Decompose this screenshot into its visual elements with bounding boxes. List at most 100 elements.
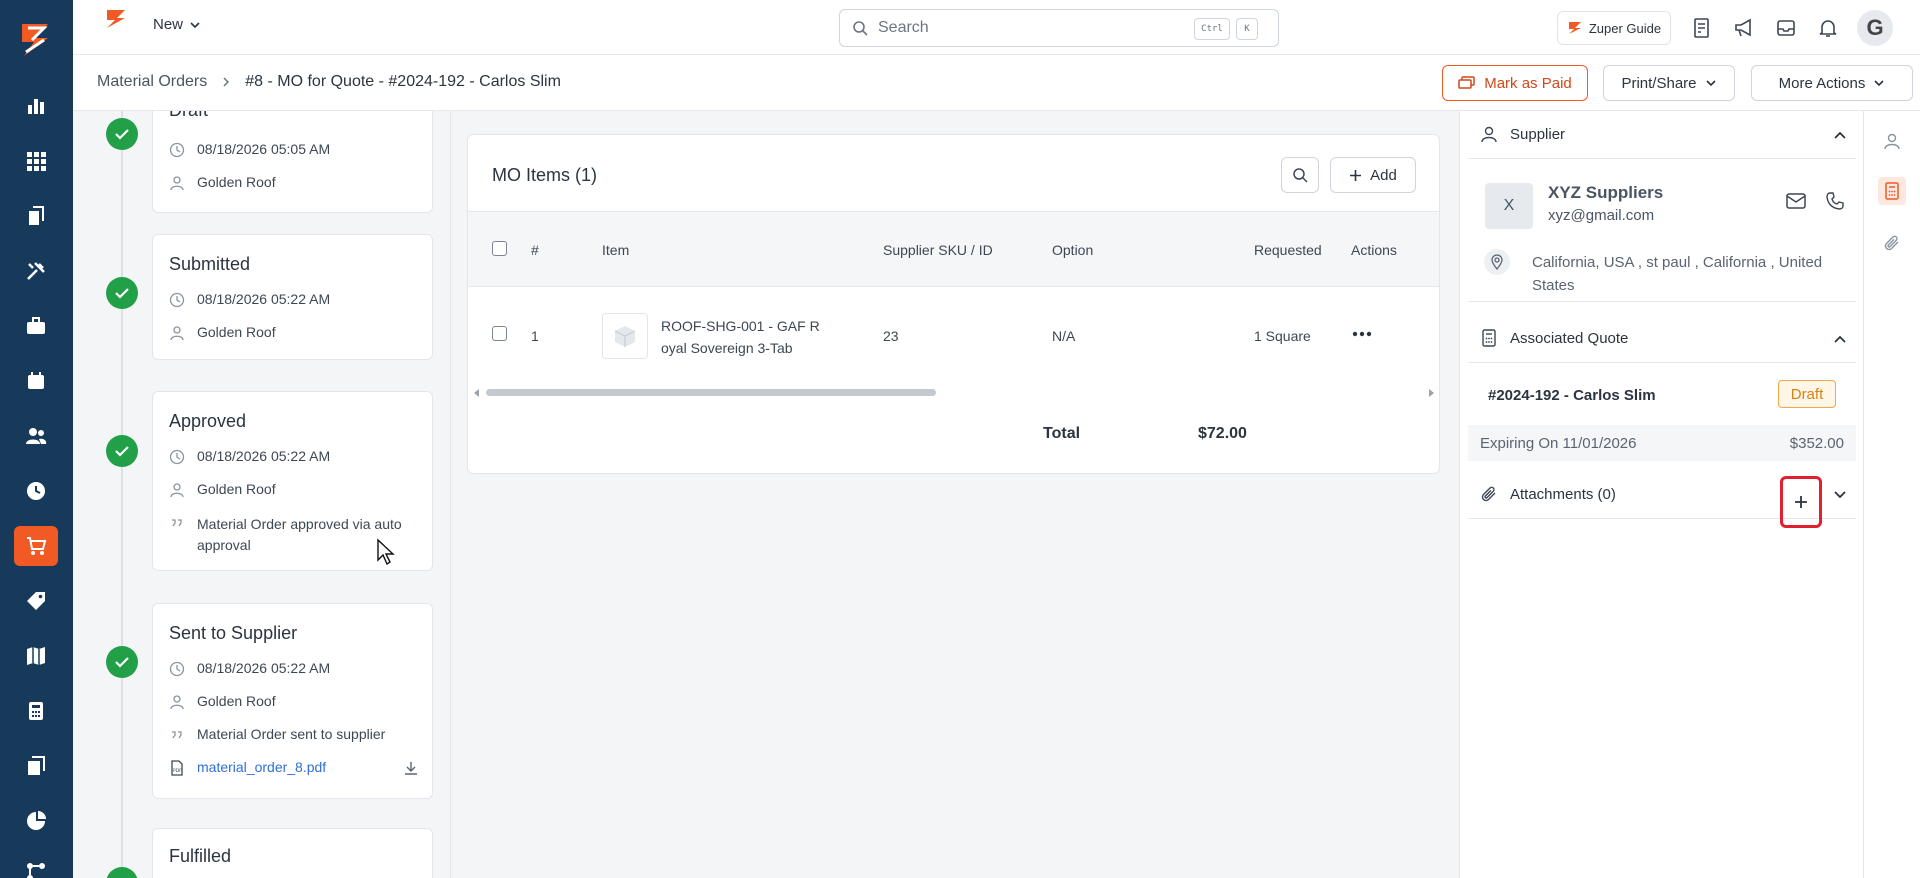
add-attachment-button[interactable] (1780, 476, 1822, 528)
more-horizontal-icon[interactable] (1352, 331, 1372, 337)
nav-tag-icon[interactable] (14, 581, 58, 621)
nav-briefcase-icon[interactable] (14, 306, 58, 346)
left-nav (0, 0, 73, 878)
timeline-card-submitted: Submitted 08/18/2026 05:22 AM Golden Roo… (152, 234, 433, 360)
nav-calendar-icon[interactable] (14, 361, 58, 401)
scroll-right-arrow-icon[interactable] (1428, 388, 1436, 398)
chevron-up-icon[interactable] (1832, 331, 1848, 347)
status-timeline[interactable]: Draft 08/18/2026 05:05 AM Golden Roof Su… (73, 111, 450, 878)
checklist-icon[interactable] (1689, 15, 1715, 41)
horizontal-scrollbar-thumb[interactable] (486, 389, 936, 396)
mouse-cursor-icon (377, 538, 395, 566)
breadcrumb-current: #8 - MO for Quote - #2024-192 - Carlos S… (245, 73, 561, 90)
nav-dashboard-icon[interactable] (14, 86, 58, 126)
pdf-file-link[interactable]: material_order_8.pdf (197, 759, 326, 775)
chevron-down-icon[interactable] (1832, 487, 1848, 503)
check-circle-icon (106, 435, 138, 467)
timeline-date: 08/18/2026 05:05 AM (197, 141, 331, 157)
nav-map-icon[interactable] (14, 636, 58, 676)
nav-apps-grid-icon[interactable] (14, 141, 58, 181)
quote-link[interactable]: #2024-192 - Carlos Slim (1488, 387, 1656, 404)
timeline-card-title: Draft (169, 111, 208, 121)
guide-label: Zuper Guide (1588, 20, 1662, 36)
rail-paperclip-icon[interactable] (1878, 229, 1906, 257)
details-panel: Supplier X XYZ Suppliers xyz@gmail.com C… (1459, 111, 1863, 878)
rail-user-icon[interactable] (1878, 127, 1906, 155)
supplier-section-header[interactable]: Supplier (1468, 111, 1856, 159)
more-actions-label: More Actions (1778, 74, 1866, 92)
nav-jobs-icon[interactable] (14, 196, 58, 236)
supplier-name[interactable]: XYZ Suppliers (1548, 183, 1663, 203)
row-item[interactable]: ROOF-SHG-001 - GAF R oyal Sovereign 3-Tab (661, 315, 820, 359)
row-checkbox[interactable] (492, 326, 507, 341)
check-circle-icon (106, 118, 138, 150)
mo-items-panel: MO Items (1) Add # Item Supplier SKU / I… (467, 134, 1440, 474)
col-item: Item (602, 242, 630, 258)
breadcrumb-bar: Material Orders #8 - MO for Quote - #202… (73, 55, 1920, 111)
mark-as-paid-button[interactable]: Mark as Paid (1442, 65, 1588, 101)
nav-cart-icon[interactable] (14, 526, 58, 566)
rail-calculator-icon[interactable] (1878, 177, 1906, 205)
attachments-title: Attachments (0) (1510, 486, 1616, 503)
timeline-card-title: Approved (169, 411, 247, 431)
paperclip-icon (1481, 486, 1496, 502)
zuper-logo-icon[interactable] (14, 18, 58, 62)
clock-icon (169, 142, 185, 158)
timeline-card-title: Submitted (169, 254, 251, 274)
col-sku: Supplier SKU / ID (883, 242, 993, 258)
timeline-date: 08/18/2026 05:22 AM (197, 448, 331, 464)
total-value: $72.00 (1198, 425, 1247, 442)
associated-quote-title: Associated Quote (1510, 330, 1629, 347)
timeline-note: Material Order sent to supplier (197, 726, 386, 742)
more-actions-button[interactable]: More Actions (1751, 65, 1913, 101)
panel-divider (450, 111, 451, 878)
megaphone-icon[interactable] (1731, 15, 1757, 41)
col-requested: Requested (1254, 242, 1322, 258)
items-search-button[interactable] (1281, 157, 1319, 193)
items-horizontal-scrollbar[interactable] (468, 385, 1439, 399)
nav-pie-chart-icon[interactable] (14, 801, 58, 841)
pdf-file-icon: PDF (171, 760, 183, 776)
timeline-user-row: Golden Roof (169, 174, 276, 191)
nav-workflow-icon[interactable] (14, 852, 58, 878)
timeline-note-row: Material Order sent to supplier (169, 726, 385, 743)
global-search[interactable]: Search Ctrl K (839, 9, 1279, 47)
timeline-line (121, 111, 123, 878)
calculator-icon (1482, 329, 1496, 347)
check-circle-icon (106, 646, 138, 678)
phone-icon[interactable] (1826, 192, 1844, 210)
nav-tools-icon[interactable] (14, 251, 58, 291)
nav-documents-icon[interactable] (14, 746, 58, 786)
nav-clock-icon[interactable] (14, 471, 58, 511)
nav-calculator-icon[interactable] (14, 691, 58, 731)
breadcrumb-parent-link[interactable]: Material Orders (97, 73, 207, 91)
money-icon (1458, 76, 1475, 89)
bell-icon[interactable] (1815, 15, 1841, 41)
brand-mark-icon[interactable] (103, 8, 129, 30)
chevron-up-icon[interactable] (1832, 127, 1848, 143)
new-menu-button[interactable]: New (153, 16, 201, 33)
breadcrumb: Material Orders #8 - MO for Quote - #202… (97, 73, 561, 91)
inbox-icon[interactable] (1773, 15, 1799, 41)
nav-users-icon[interactable] (14, 416, 58, 456)
col-num: # (531, 242, 539, 258)
mail-icon[interactable] (1786, 193, 1806, 209)
print-share-button[interactable]: Print/Share (1603, 65, 1735, 101)
items-table-header: # Item Supplier SKU / ID Option Requeste… (468, 211, 1439, 287)
user-avatar[interactable]: G (1857, 10, 1893, 46)
row-requested: 1 Square (1254, 328, 1311, 344)
user-icon (170, 483, 184, 498)
download-icon[interactable] (403, 760, 419, 776)
scroll-left-arrow-icon[interactable] (472, 388, 480, 398)
quote-expiring: Expiring On 11/01/2026 (1480, 435, 1637, 452)
zuper-guide-button[interactable]: Zuper Guide (1557, 11, 1671, 45)
timeline-date-row: 08/18/2026 05:22 AM (169, 291, 330, 308)
quote-icon (172, 731, 182, 739)
timeline-user: Golden Roof (197, 324, 276, 340)
select-all-checkbox[interactable] (492, 241, 507, 256)
add-item-button[interactable]: Add (1330, 157, 1416, 193)
new-label: New (153, 16, 184, 33)
print-share-label: Print/Share (1621, 74, 1697, 92)
associated-quote-section-header[interactable]: Associated Quote (1468, 315, 1856, 363)
col-actions: Actions (1351, 242, 1397, 258)
